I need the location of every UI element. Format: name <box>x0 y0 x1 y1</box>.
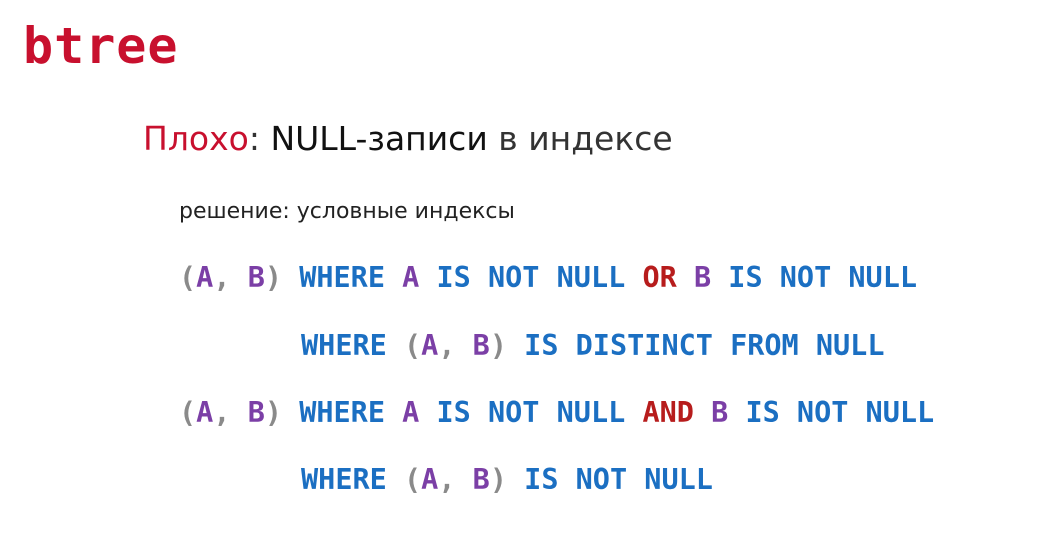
code-token: IS NOT NULL <box>728 261 918 294</box>
code-token: A <box>421 463 439 496</box>
code-token: B <box>472 329 490 362</box>
code-token: AND <box>642 396 694 429</box>
code-token: WHERE <box>299 396 385 429</box>
code-token: ( <box>179 396 197 429</box>
code-token: B <box>247 396 265 429</box>
code-token: IS NOT NULL <box>524 463 713 496</box>
code-token: A <box>402 261 420 294</box>
code-token: , <box>438 463 456 496</box>
code-line-1: (A, B) WHERE A IS NOT NULL OR B IS NOT N… <box>179 258 917 298</box>
code-token: B <box>247 261 265 294</box>
solution-subheading: решение: условные индексы <box>179 199 515 224</box>
code-token: , <box>213 261 231 294</box>
code-token: , <box>438 329 456 362</box>
code-token: OR <box>642 261 677 294</box>
code-token: ) <box>489 329 507 362</box>
code-token: A <box>196 396 214 429</box>
code-token: A <box>402 396 420 429</box>
code-token: ) <box>489 463 507 496</box>
code-token: ( <box>179 261 197 294</box>
code-token: ) <box>264 261 283 294</box>
heading-rest: в индексе <box>498 119 673 158</box>
heading-colon: : <box>248 119 260 158</box>
code-token: IS NOT NULL <box>436 396 626 429</box>
slide-heading: Плохо: NULL-записи в индексе <box>143 116 673 162</box>
code-token: B <box>693 261 712 294</box>
slide-title: btree <box>23 17 179 75</box>
code-token: ( <box>403 463 422 496</box>
code-token: A <box>196 261 214 294</box>
code-token: , <box>213 396 231 429</box>
code-token: WHERE <box>301 329 387 362</box>
code-token: IS NOT NULL <box>436 261 626 294</box>
code-line-3: (A, B) WHERE A IS NOT NULL AND B IS NOT … <box>179 393 934 433</box>
heading-bad-label: Плохо <box>143 119 249 158</box>
heading-subject: NULL-записи <box>270 119 488 158</box>
code-token: IS DISTINCT FROM NULL <box>524 329 885 362</box>
code-token: ) <box>264 396 283 429</box>
code-token: WHERE <box>299 261 385 294</box>
code-token: B <box>711 396 729 429</box>
code-token: A <box>421 329 439 362</box>
code-token: B <box>472 463 490 496</box>
code-token: ( <box>403 329 422 362</box>
code-line-4: WHERE (A, B) IS NOT NULL <box>301 460 713 500</box>
code-line-2: WHERE (A, B) IS DISTINCT FROM NULL <box>301 326 885 366</box>
code-token: IS NOT NULL <box>745 396 935 429</box>
code-token: WHERE <box>301 463 387 496</box>
